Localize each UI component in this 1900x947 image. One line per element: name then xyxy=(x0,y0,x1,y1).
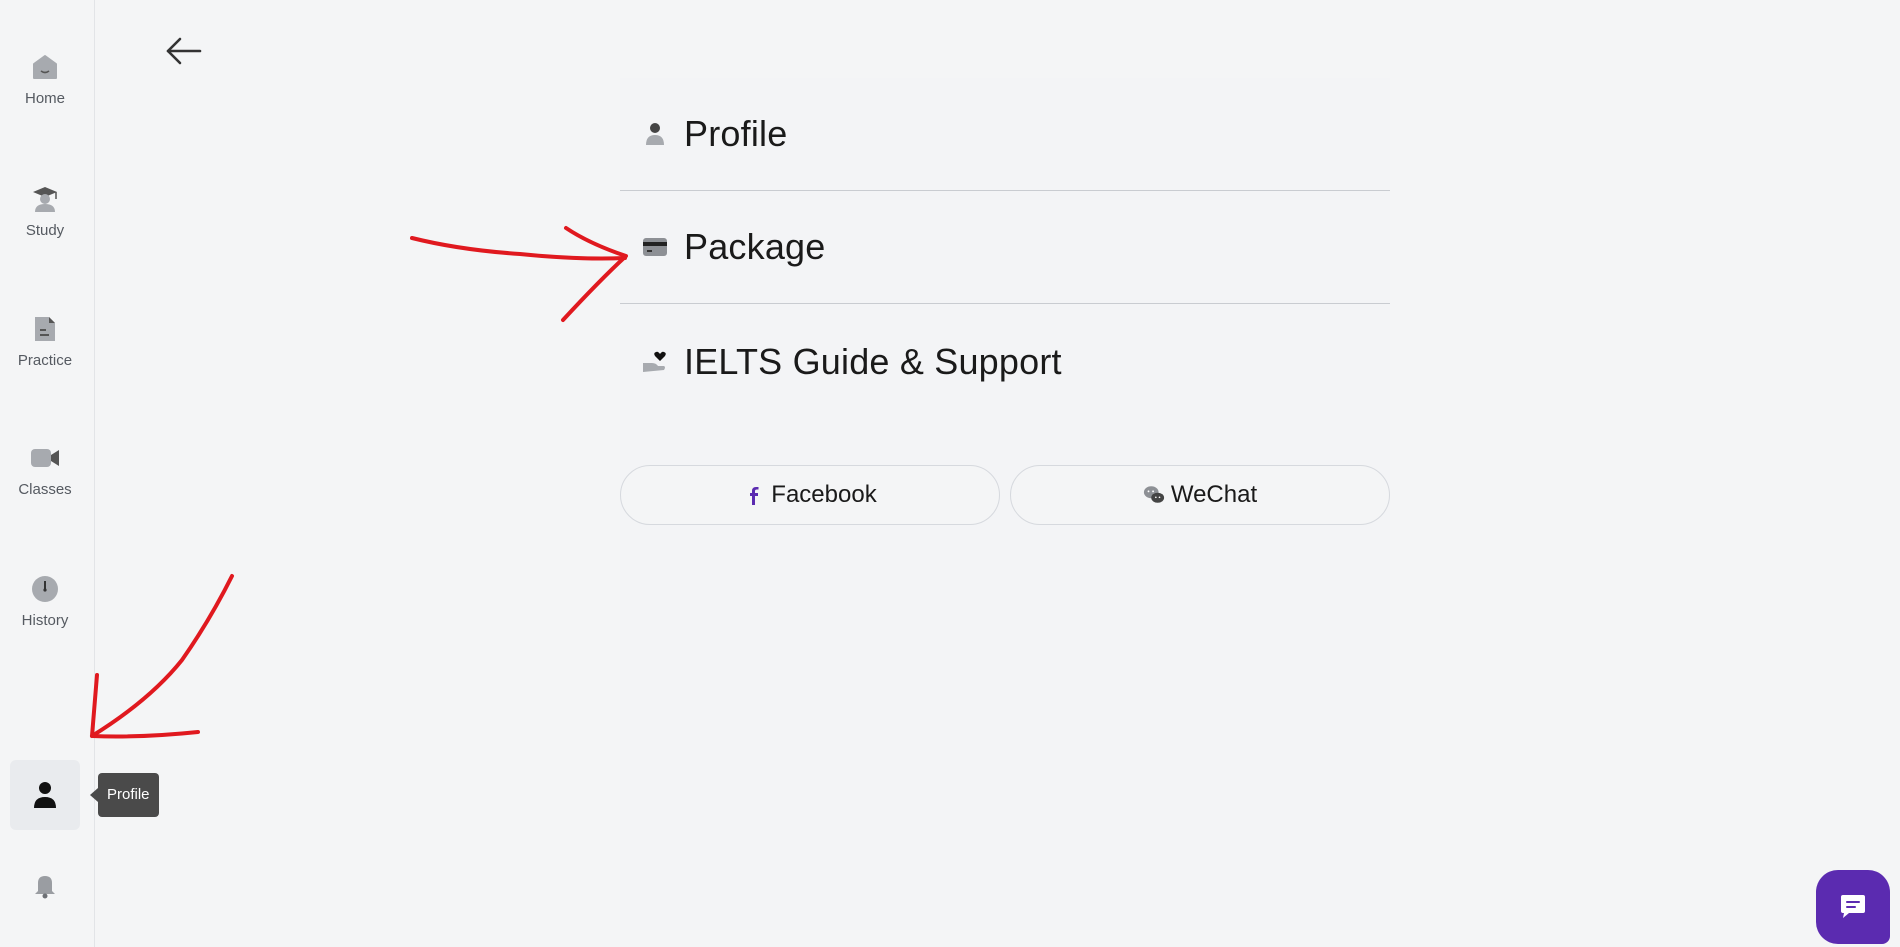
sidebar: Home Study Practice Classes History xyxy=(0,0,95,947)
chat-icon xyxy=(1841,895,1865,918)
menu-item-package[interactable]: Package xyxy=(620,191,1390,304)
graduation-cap-icon xyxy=(33,187,57,212)
annotation-arrow-profile xyxy=(90,574,234,738)
wechat-button[interactable]: WeChat xyxy=(1010,465,1390,525)
menu-item-profile[interactable]: Profile xyxy=(620,78,1390,191)
sidebar-item-classes[interactable]: Classes xyxy=(0,443,90,498)
sidebar-item-practice[interactable]: Practice xyxy=(0,314,90,369)
menu-item-label: Package xyxy=(684,226,826,267)
sidebar-item-label: Practice xyxy=(17,352,73,369)
annotation-arrowhead-package xyxy=(561,226,628,322)
settings-panel: Profile Package IELTS Guide & Support Fa… xyxy=(620,78,1390,930)
chat-launcher-button[interactable] xyxy=(1816,870,1890,944)
sidebar-item-label: Home xyxy=(24,90,65,107)
person-icon xyxy=(34,782,56,808)
sidebar-item-history[interactable]: History xyxy=(0,574,90,629)
menu-item-ielts-guide-support[interactable]: IELTS Guide & Support xyxy=(620,305,1390,418)
profile-tooltip: Profile xyxy=(90,773,159,817)
sidebar-item-study[interactable]: Study xyxy=(0,184,90,239)
annotation-arrow-package xyxy=(410,236,627,261)
menu-item-label: Profile xyxy=(684,113,788,154)
sidebar-item-label: Classes xyxy=(18,481,72,498)
hand-heart-icon xyxy=(643,351,666,372)
credit-card-icon xyxy=(643,238,667,256)
notifications-button[interactable] xyxy=(30,870,60,900)
wechat-icon xyxy=(1143,486,1164,503)
sidebar-item-label: Study xyxy=(25,222,65,239)
sidebar-item-profile[interactable] xyxy=(10,760,80,830)
wechat-label: WeChat xyxy=(1170,481,1258,508)
menu-item-label: IELTS Guide & Support xyxy=(684,340,1062,382)
person-icon xyxy=(646,123,664,145)
clock-icon xyxy=(32,576,58,602)
home-icon xyxy=(33,55,57,79)
sidebar-item-label: History xyxy=(21,612,69,629)
facebook-label: Facebook xyxy=(771,481,877,508)
annotation-arrowhead-profile xyxy=(90,673,200,739)
video-camera-icon xyxy=(31,449,59,467)
facebook-icon xyxy=(750,487,759,505)
back-button[interactable] xyxy=(164,34,204,68)
arrow-left-icon xyxy=(166,37,202,65)
sidebar-item-home[interactable]: Home xyxy=(0,52,90,107)
document-icon xyxy=(35,317,55,341)
facebook-button[interactable]: Facebook xyxy=(620,465,1000,525)
bell-icon xyxy=(35,876,55,899)
